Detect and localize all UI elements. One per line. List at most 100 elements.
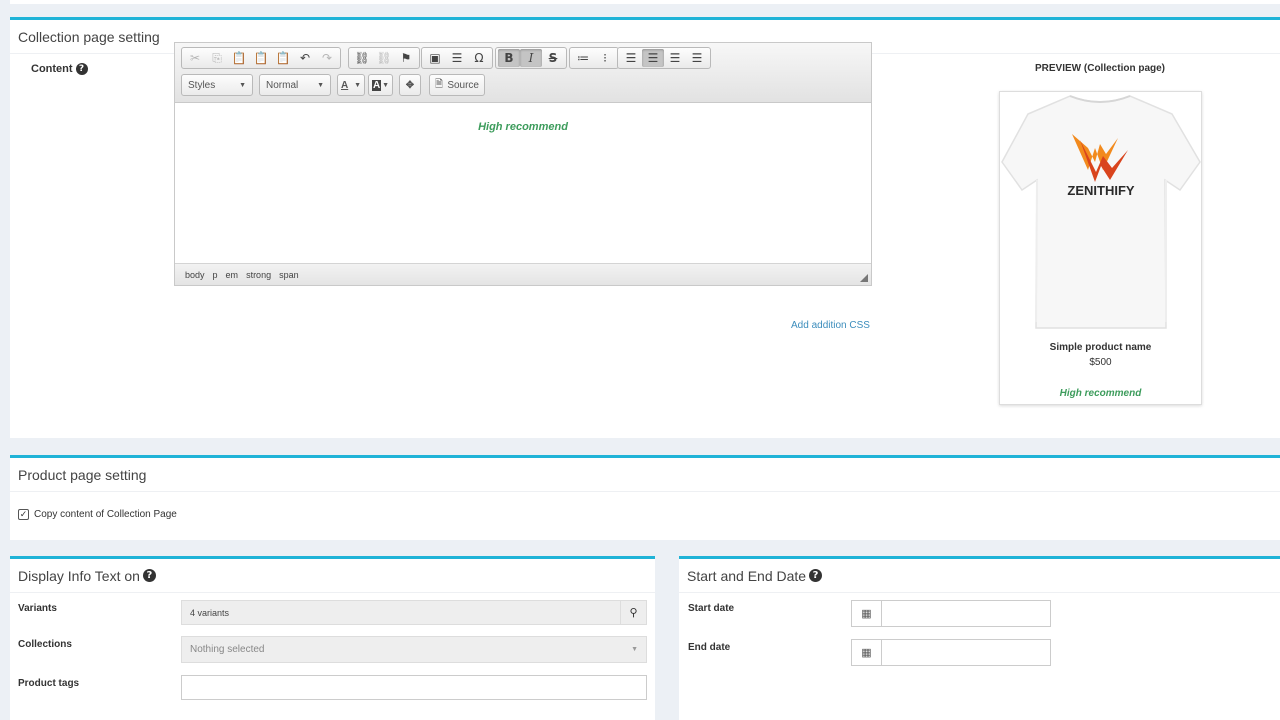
maximize-button[interactable]: ✥: [399, 74, 421, 96]
add-css-link[interactable]: Add addition CSS: [791, 320, 870, 331]
calendar-icon[interactable]: ▦: [851, 639, 882, 666]
copy-content-label: Copy content of Collection Page: [34, 509, 177, 520]
redo-icon[interactable]: ↷: [316, 49, 338, 67]
link-icon[interactable]: ⛓: [351, 49, 373, 67]
editor-text: High recommend: [478, 121, 568, 133]
dates-panel-header: Start and End Date ?: [679, 559, 1280, 593]
link-group: ⛓ ⛓ ⚑: [348, 47, 420, 69]
variants-value: 4 variants: [190, 607, 230, 618]
image-icon[interactable]: ▣: [424, 49, 446, 67]
end-date-group: ▦: [851, 639, 1051, 666]
editor-toolbar: ✂ ⎘ 📋 📋 📋 ↶ ↷ ⛓ ⛓ ⚑ ▣ ☰ Ω B I S ≔ ⁝ ☰ ☰ …: [175, 43, 871, 103]
horizontal-line-icon[interactable]: ☰: [446, 49, 468, 67]
path-strong[interactable]: strong: [246, 270, 271, 280]
copy-content-row[interactable]: ✓ Copy content of Collection Page: [18, 509, 177, 520]
path-span[interactable]: span: [279, 270, 299, 280]
end-date-label: End date: [688, 642, 731, 653]
start-date-input[interactable]: [882, 600, 1051, 627]
product-tags-input[interactable]: [181, 675, 647, 700]
bg-color-icon: A: [372, 79, 382, 91]
editor-path-bar: body p em strong span: [175, 263, 871, 285]
collection-panel-title: Collection page setting: [18, 28, 160, 45]
paste-text-icon[interactable]: 📋: [250, 49, 272, 67]
path-em[interactable]: em: [226, 270, 239, 280]
maximize-icon: ✥: [405, 79, 415, 91]
dates-panel-title: Start and End Date: [687, 567, 807, 584]
cut-icon[interactable]: ✂: [184, 49, 206, 67]
unlink-icon[interactable]: ⛓: [373, 49, 395, 67]
tshirt-image: ZENITHIFY: [1001, 95, 1201, 329]
help-icon[interactable]: ?: [75, 63, 88, 75]
text-color-button[interactable]: A ▼: [337, 74, 365, 96]
align-left-icon[interactable]: ☰: [620, 49, 642, 67]
undo-icon[interactable]: ↶: [294, 49, 316, 67]
copy-icon[interactable]: ⎘: [206, 49, 228, 67]
insert-group: ▣ ☰ Ω: [421, 47, 493, 69]
variants-label: Variants: [18, 603, 57, 614]
preview-badge: High recommend: [1059, 388, 1142, 399]
align-center-icon[interactable]: ☰: [642, 49, 664, 67]
product-panel-header: Product page setting: [10, 458, 1280, 492]
special-char-icon[interactable]: Ω: [468, 49, 490, 67]
search-icon[interactable]: ⚲: [620, 601, 646, 624]
paste-word-icon[interactable]: 📋: [272, 49, 294, 67]
align-right-icon[interactable]: ☰: [664, 49, 686, 67]
start-date-group: ▦: [851, 600, 1051, 627]
top-strip: [10, 0, 1280, 4]
svg-text:ZENITHIFY: ZENITHIFY: [1067, 183, 1134, 198]
path-body[interactable]: body: [185, 270, 205, 280]
collections-placeholder: Nothing selected: [190, 644, 265, 655]
content-label-wrap: Content ?: [31, 63, 88, 75]
product-panel-title: Product page setting: [18, 466, 147, 483]
preview-price: $500: [1089, 357, 1112, 368]
content-label: Content: [31, 63, 73, 75]
resize-handle[interactable]: [860, 274, 868, 282]
chevron-down-icon: ▼: [354, 81, 361, 89]
end-date-input[interactable]: [882, 639, 1051, 666]
editor-content-area[interactable]: High recommend: [175, 103, 871, 263]
list-group: ≔ ⁝: [569, 47, 619, 69]
dates-panel: Start and End Date ?: [679, 556, 1280, 720]
text-color-icon: A: [341, 79, 349, 91]
collections-label: Collections: [18, 639, 72, 650]
copy-content-checkbox[interactable]: ✓: [18, 509, 29, 520]
bullet-list-icon[interactable]: ⁝: [594, 49, 616, 67]
strike-icon[interactable]: S: [542, 49, 564, 67]
styles-dropdown[interactable]: Styles ▼: [181, 74, 253, 96]
product-tags-label: Product tags: [18, 678, 80, 689]
italic-icon[interactable]: I: [520, 49, 542, 67]
preview-product-name: Simple product name: [1049, 342, 1152, 353]
format-dropdown[interactable]: Normal ▼: [259, 74, 331, 96]
chevron-down-icon: ▼: [631, 646, 638, 653]
product-panel: Product page setting ✓ Copy content of C…: [10, 455, 1280, 540]
start-date-label: Start date: [688, 603, 735, 614]
chevron-down-icon: ▼: [239, 81, 246, 89]
variants-input[interactable]: 4 variants ⚲: [181, 600, 647, 625]
bg-color-button[interactable]: A ▼: [368, 74, 393, 96]
display-panel-title: Display Info Text on: [18, 567, 140, 584]
align-justify-icon[interactable]: ☰: [686, 49, 708, 67]
styles-dropdown-label: Styles: [188, 79, 216, 91]
calendar-icon[interactable]: ▦: [851, 600, 882, 627]
path-p[interactable]: p: [213, 270, 218, 280]
source-icon: 🗎: [435, 78, 444, 90]
help-icon[interactable]: ?: [142, 569, 156, 582]
source-label: Source: [447, 79, 479, 91]
chevron-down-icon: ▼: [382, 81, 389, 89]
format-dropdown-label: Normal: [266, 79, 299, 91]
numbered-list-icon[interactable]: ≔: [572, 49, 594, 67]
clipboard-group: ✂ ⎘ 📋 📋 📋 ↶ ↷: [181, 47, 341, 69]
chevron-down-icon: ▼: [317, 81, 324, 89]
source-button[interactable]: 🗎 Source: [429, 74, 485, 96]
bold-icon[interactable]: B: [498, 49, 520, 67]
preview-card: ZENITHIFY Simple product name $500 High …: [999, 91, 1202, 405]
help-icon[interactable]: ?: [809, 569, 823, 582]
rich-text-editor[interactable]: ✂ ⎘ 📋 📋 📋 ↶ ↷ ⛓ ⛓ ⚑ ▣ ☰ Ω B I S ≔ ⁝ ☰ ☰ …: [174, 42, 872, 286]
preview-title: PREVIEW (Collection page): [1035, 63, 1166, 74]
collections-select[interactable]: Nothing selected ▼: [181, 636, 647, 663]
display-panel-header: Display Info Text on ?: [10, 559, 655, 593]
align-group: ☰ ☰ ☰ ☰: [617, 47, 711, 69]
style-group: B I S: [495, 47, 567, 69]
anchor-flag-icon[interactable]: ⚑: [395, 49, 417, 67]
paste-icon[interactable]: 📋: [228, 49, 250, 67]
